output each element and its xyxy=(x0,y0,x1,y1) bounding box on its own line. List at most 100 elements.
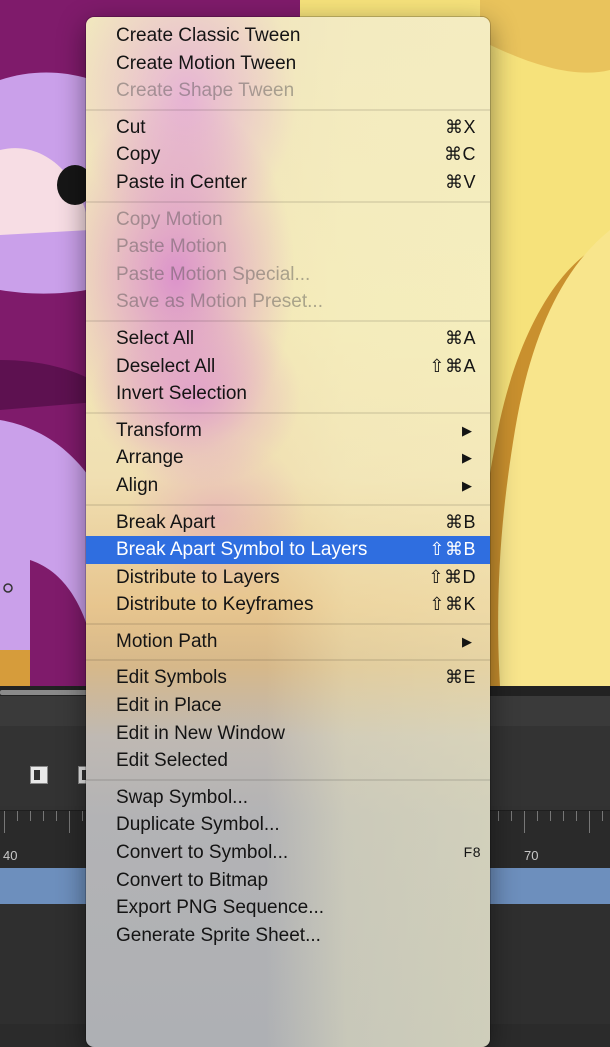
menu-item-shortcut: ⇧⌘B xyxy=(429,539,476,560)
menu-item-shortcut: ⌘X xyxy=(444,116,476,137)
menu-item-swap-symbol[interactable]: Swap Symbol... xyxy=(86,784,490,812)
menu-item-select-all[interactable]: Select All ⌘A xyxy=(86,325,490,353)
menu-item-shortcut: ⇧⌘A xyxy=(429,355,476,376)
menu-item-copy-motion: Copy Motion xyxy=(86,206,490,234)
onion-skin-button[interactable] xyxy=(30,766,48,784)
timeline-scrollbar-thumb[interactable] xyxy=(0,690,100,695)
menu-item-shortcut: ⇧⌘K xyxy=(429,594,476,615)
menu-item-edit-in-new-window[interactable]: Edit in New Window xyxy=(86,720,490,748)
menu-separator xyxy=(86,408,490,417)
menu-separator xyxy=(86,655,490,664)
ruler-tick xyxy=(498,811,499,821)
menu-item-label: Duplicate Symbol... xyxy=(116,814,280,836)
submenu-arrow-icon: ▶ xyxy=(462,477,472,493)
ruler-tick xyxy=(563,811,564,821)
menu-item-label: Invert Selection xyxy=(116,383,247,405)
submenu-arrow-icon: ▶ xyxy=(462,422,472,438)
menu-item-deselect-all[interactable]: Deselect All ⇧⌘A xyxy=(86,353,490,381)
menu-item-edit-selected[interactable]: Edit Selected xyxy=(86,747,490,775)
ruler-tick xyxy=(17,811,18,821)
menu-item-shortcut: ⌘E xyxy=(444,667,476,688)
menu-item-break-apart-symbol-to-layers[interactable]: Break Apart Symbol to Layers ⇧⌘B xyxy=(86,536,490,564)
menu-item-label: Edit in New Window xyxy=(116,722,285,744)
menu-item-create-motion-tween[interactable]: Create Motion Tween xyxy=(86,50,490,78)
menu-separator xyxy=(86,775,490,784)
menu-item-invert-selection[interactable]: Invert Selection xyxy=(86,380,490,408)
menu-item-shortcut: F8 xyxy=(463,844,481,861)
menu-item-label: Distribute to Layers xyxy=(116,566,280,588)
menu-item-convert-to-bitmap[interactable]: Convert to Bitmap xyxy=(86,867,490,895)
menu-item-label: Copy xyxy=(116,144,161,166)
menu-item-label: Convert to Bitmap xyxy=(116,869,269,891)
menu-item-create-shape-tween: Create Shape Tween xyxy=(86,77,490,105)
menu-item-label: Select All xyxy=(116,327,195,349)
menu-item-label: Cut xyxy=(116,116,146,138)
menu-item-label: Paste Motion Special... xyxy=(116,263,311,285)
menu-item-distribute-to-layers[interactable]: Distribute to Layers ⇧⌘D xyxy=(86,564,490,592)
menu-item-convert-to-symbol[interactable]: Convert to Symbol... F8 xyxy=(86,839,490,867)
menu-item-shortcut: ⌘B xyxy=(444,511,476,532)
menu-item-paste-in-center[interactable]: Paste in Center ⌘V xyxy=(86,169,490,197)
menu-item-label: Arrange xyxy=(116,447,184,469)
ruler-tick xyxy=(524,811,525,833)
menu-item-label: Export PNG Sequence... xyxy=(116,897,325,919)
menu-item-shortcut: ⌘A xyxy=(444,327,476,348)
ruler-tick xyxy=(576,811,577,821)
menu-item-label: Edit Selected xyxy=(116,750,228,772)
ruler-tick xyxy=(4,811,5,833)
menu-item-align[interactable]: Align ▶ xyxy=(86,472,490,500)
menu-item-label: Convert to Symbol... xyxy=(116,842,289,864)
menu-item-label: Break Apart Symbol to Layers xyxy=(116,539,368,561)
menu-item-label: Transform xyxy=(116,419,202,441)
menu-item-paste-motion: Paste Motion xyxy=(86,233,490,261)
ruler-tick xyxy=(602,811,603,821)
menu-item-distribute-to-keyframes[interactable]: Distribute to Keyframes ⇧⌘K xyxy=(86,591,490,619)
ruler-tick xyxy=(511,811,512,821)
ruler-tick xyxy=(69,811,70,833)
menu-item-shortcut: ⌘C xyxy=(444,144,476,165)
menu-item-arrange[interactable]: Arrange ▶ xyxy=(86,444,490,472)
menu-item-label: Create Motion Tween xyxy=(116,52,297,74)
menu-item-shortcut: ⇧⌘D xyxy=(428,566,476,587)
menu-item-edit-symbols[interactable]: Edit Symbols ⌘E xyxy=(86,664,490,692)
context-menu-items: Create Classic Tween Create Motion Tween C… xyxy=(86,17,490,949)
menu-separator xyxy=(86,197,490,206)
menu-item-cut[interactable]: Cut ⌘X xyxy=(86,114,490,142)
menu-separator xyxy=(86,316,490,325)
menu-item-label: Align xyxy=(116,474,159,496)
menu-item-generate-sprite-sheet[interactable]: Generate Sprite Sheet... xyxy=(86,922,490,950)
ruler-tick xyxy=(30,811,31,821)
menu-item-label: Save as Motion Preset... xyxy=(116,291,323,313)
menu-item-label: Create Classic Tween xyxy=(116,25,301,46)
menu-item-label: Distribute to Keyframes xyxy=(116,594,314,616)
menu-item-duplicate-symbol[interactable]: Duplicate Symbol... xyxy=(86,811,490,839)
menu-item-export-png-sequence[interactable]: Export PNG Sequence... xyxy=(86,894,490,922)
submenu-arrow-icon: ▶ xyxy=(462,633,472,649)
submenu-arrow-icon: ▶ xyxy=(462,450,472,466)
ruler-tick xyxy=(43,811,44,821)
menu-item-break-apart[interactable]: Break Apart ⌘B xyxy=(86,509,490,537)
menu-item-label: Motion Path xyxy=(116,630,218,652)
ruler-tick xyxy=(550,811,551,821)
menu-item-edit-in-place[interactable]: Edit in Place xyxy=(86,692,490,720)
menu-item-label: Copy Motion xyxy=(116,208,223,230)
ruler-tick xyxy=(56,811,57,821)
menu-separator xyxy=(86,500,490,509)
ruler-tick xyxy=(537,811,538,821)
menu-separator xyxy=(86,105,490,114)
menu-item-paste-motion-special: Paste Motion Special... xyxy=(86,261,490,289)
menu-item-label: Edit in Place xyxy=(116,695,222,717)
menu-item-label: Paste Motion xyxy=(116,236,227,258)
menu-separator xyxy=(86,619,490,628)
ruler-tick xyxy=(589,811,590,833)
menu-item-create-classic-tween[interactable]: Create Classic Tween xyxy=(86,22,490,50)
menu-item-label: Create Shape Tween xyxy=(116,80,295,102)
menu-item-label: Break Apart xyxy=(116,511,216,533)
menu-item-label: Generate Sprite Sheet... xyxy=(116,924,321,946)
menu-item-copy[interactable]: Copy ⌘C xyxy=(86,141,490,169)
menu-item-motion-path[interactable]: Motion Path ▶ xyxy=(86,628,490,656)
frame-label-left: 40 xyxy=(3,848,18,863)
menu-item-label: Deselect All xyxy=(116,355,216,377)
menu-item-label: Edit Symbols xyxy=(116,667,227,689)
menu-item-transform[interactable]: Transform ▶ xyxy=(86,417,490,445)
